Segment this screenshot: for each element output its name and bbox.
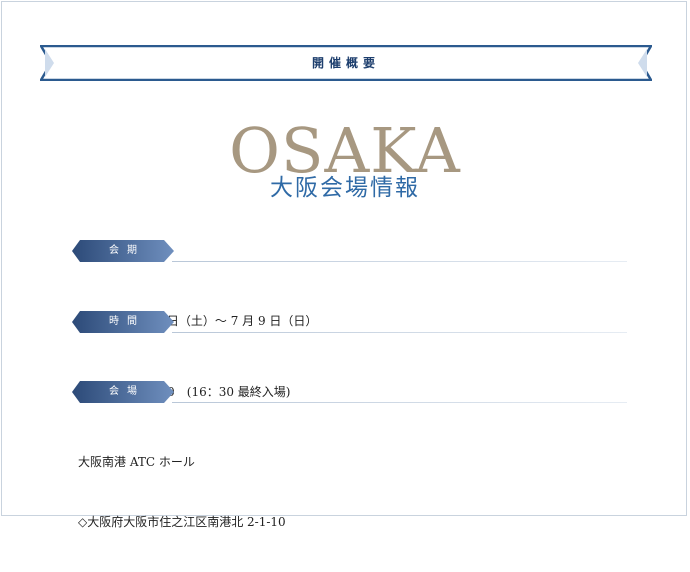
section-divider xyxy=(172,402,627,403)
banner-title: 開催概要 xyxy=(311,56,380,70)
section-tag-label: 会場 xyxy=(109,386,145,397)
section-value: 大阪南港 ATC ホール ◇大阪府大阪市住之江区南港北 2-1-10 xyxy=(78,412,628,572)
venue-address: ◇大阪府大阪市住之江区南港北 2-1-10 xyxy=(78,515,286,529)
section-tag: 会場 xyxy=(72,381,176,403)
section-tag-label: 会期 xyxy=(109,245,145,256)
overview-banner: 開催概要 xyxy=(40,45,652,81)
section-tag: 会期 xyxy=(72,240,176,262)
section-divider xyxy=(172,261,627,262)
venue-name: 大阪南港 ATC ホール xyxy=(78,455,195,469)
hero-venue-subtitle: 大阪会場情報 xyxy=(270,175,420,201)
section-tag-label: 時間 xyxy=(109,316,145,327)
section-tag: 時間 xyxy=(72,311,176,333)
section-divider xyxy=(172,332,627,333)
